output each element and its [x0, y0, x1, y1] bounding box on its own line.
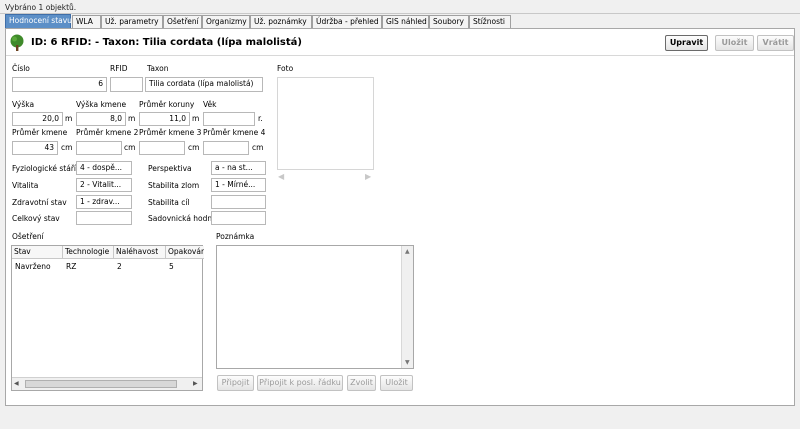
prumer-kmene-label: Průměr kmene [12, 128, 68, 137]
photo-prev-icon[interactable]: ◀ [278, 172, 284, 181]
status-text: Vybráno 1 objektů. [5, 3, 77, 12]
pripojit-posl-button[interactable]: Připojit k posl. řádku [257, 375, 343, 391]
photo-next-icon[interactable]: ▶ [365, 172, 371, 181]
note-save-button[interactable]: Uložit [380, 375, 413, 391]
celk-stav-label: Celkový stav [12, 214, 60, 223]
vyska-unit: m [65, 114, 73, 123]
vek-label: Věk [203, 100, 217, 109]
scroll-down-icon[interactable]: ▼ [405, 359, 410, 366]
tab-soubory[interactable]: Soubory [429, 15, 469, 28]
tab-wla[interactable]: WLA [72, 15, 101, 28]
save-button[interactable]: Uložit [715, 35, 754, 51]
photo-frame[interactable] [277, 77, 374, 170]
page-title: ID: 6 RFID: - Taxon: Tilia cordata (lípa… [31, 37, 302, 48]
tab-udrzba-prehled[interactable]: Údržba - přehled [312, 15, 382, 28]
column-header-nalehavost[interactable]: Naléhavost [114, 246, 166, 259]
scroll-left-icon[interactable]: ◀ [14, 380, 19, 387]
pripojit-button[interactable]: Připojit [217, 375, 254, 391]
prumer-kmene2-unit: cm [124, 143, 136, 152]
prumer-kmene2-field[interactable] [76, 141, 122, 155]
vek-unit: r. [258, 114, 263, 123]
prumer-kmene2-label: Průměr kmene 2 [76, 128, 139, 137]
tab-uz-poznamky[interactable]: Už. poznámky [250, 15, 312, 28]
prumer-kmene4-label: Průměr kmene 4 [203, 128, 266, 137]
column-header-technologie[interactable]: Technologie [63, 246, 114, 259]
fyz-stari-select[interactable]: 4 - dospě... [76, 161, 132, 175]
poznamka-textarea[interactable]: ▲ ▼ [216, 245, 414, 369]
vek-field[interactable] [203, 112, 255, 126]
table-cell-technologie[interactable]: RZ [63, 260, 76, 273]
edit-button[interactable]: Upravit [665, 35, 708, 51]
poznamka-vscrollbar[interactable]: ▲ ▼ [401, 246, 413, 368]
status-bar: Vybráno 1 objektů. [0, 0, 800, 14]
vitalita-select[interactable]: 2 - Vitalit... [76, 178, 132, 192]
stab-cil-select[interactable] [211, 195, 266, 209]
rfid-label: RFID [110, 64, 128, 73]
zvolit-button[interactable]: Zvolit [347, 375, 376, 391]
vyska-kmene-unit: m [128, 114, 136, 123]
cislo-field[interactable]: 6 [12, 77, 107, 92]
perspektiva-label: Perspektiva [148, 164, 192, 173]
vyska-label: Výška [12, 100, 35, 109]
stab-zlom-select[interactable]: 1 - Mírné... [211, 178, 266, 192]
prumer-koruny-field[interactable]: 11,0 [139, 112, 190, 126]
stab-cil-label: Stabilita cíl [148, 198, 190, 207]
tab-stiznosti[interactable]: Stížnosti [469, 15, 511, 28]
prumer-kmene-unit: cm [61, 143, 73, 152]
osetreni-label: Ošetření [12, 232, 44, 241]
osetreni-table[interactable]: Stav Technologie Naléhavost Opakovár Nav… [11, 245, 204, 391]
celk-stav-select[interactable] [76, 211, 132, 225]
taxon-field[interactable]: Tilia cordata (lípa malolistá) [145, 77, 263, 92]
cislo-label: Číslo [12, 64, 30, 73]
vyska-field[interactable]: 20,0 [12, 112, 63, 126]
prumer-koruny-label: Průměr koruny [139, 100, 195, 109]
tab-uz-parametry[interactable]: Už. parametry [101, 15, 163, 28]
vitalita-label: Vitalita [12, 181, 39, 190]
column-header-stav[interactable]: Stav [12, 246, 63, 259]
prumer-kmene3-label: Průměr kmene 3 [139, 128, 202, 137]
prumer-kmene3-unit: cm [188, 143, 200, 152]
zdrav-stav-select[interactable]: 1 - zdrav... [76, 195, 132, 209]
table-cell-stav[interactable]: Navrženo [12, 260, 51, 273]
zdrav-stav-label: Zdravotní stav [12, 198, 67, 207]
prumer-kmene4-field[interactable] [203, 141, 249, 155]
scroll-up-icon[interactable]: ▲ [405, 248, 410, 255]
taxon-label: Taxon [147, 64, 169, 73]
tab-bar: Hodnocení stavu WLA Už. parametry Ošetře… [5, 14, 795, 28]
prumer-kmene4-unit: cm [252, 143, 264, 152]
rfid-field[interactable] [110, 77, 143, 92]
table-cell-opakovani[interactable]: 5 [166, 260, 174, 273]
fyz-stari-label: Fyziologické stáří [12, 164, 76, 173]
prumer-kmene3-field[interactable] [139, 141, 185, 155]
scroll-right-icon[interactable]: ▶ [193, 380, 198, 387]
tab-organizmy[interactable]: Organizmy [202, 15, 250, 28]
bottom-bar [6, 406, 795, 426]
vyska-kmene-field[interactable]: 8,0 [76, 112, 126, 126]
sadov-hodnota-select[interactable] [211, 211, 266, 225]
perspektiva-select[interactable]: a - na st... [211, 161, 266, 175]
prumer-kmene-field[interactable]: 43 [12, 141, 58, 155]
stab-zlom-label: Stabilita zlom [148, 181, 200, 190]
tab-hodnoceni-stavu[interactable]: Hodnocení stavu [5, 14, 72, 28]
foto-label: Foto [277, 64, 294, 73]
table-hscroll-thumb[interactable] [25, 380, 177, 388]
revert-button[interactable]: Vrátit [757, 35, 794, 51]
tab-gis-nahled[interactable]: GIS náhled [382, 15, 429, 28]
column-header-opakovani[interactable]: Opakovár [166, 246, 204, 259]
tab-osetreni[interactable]: Ošetření [163, 15, 202, 28]
prumer-koruny-unit: m [192, 114, 200, 123]
tree-icon [10, 34, 24, 51]
vyska-kmene-label: Výška kmene [76, 100, 127, 109]
table-cell-nalehavost[interactable]: 2 [114, 260, 122, 273]
poznamka-label: Poznámka [216, 232, 255, 241]
table-hscrollbar[interactable]: ◀ ▶ [12, 377, 202, 390]
